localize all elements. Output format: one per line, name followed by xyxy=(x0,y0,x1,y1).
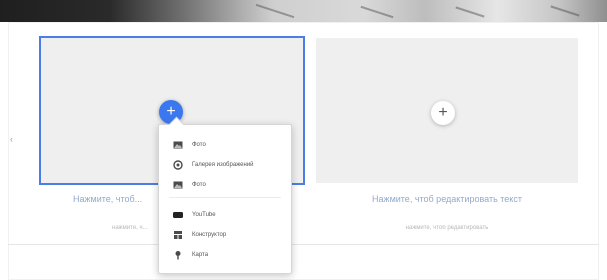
menu-item-youtube[interactable]: YouTube xyxy=(159,205,291,225)
add-media-button[interactable]: + xyxy=(431,101,455,125)
menu-item-gallery[interactable]: Галерея изображений xyxy=(159,155,291,175)
menu-item-label: Конструктор xyxy=(192,232,227,238)
menu-item-photo-2[interactable]: Фото xyxy=(159,175,291,195)
menu-item-label: YouTube xyxy=(192,212,216,218)
menu-item-label: Фото xyxy=(192,182,206,188)
gallery-icon xyxy=(173,160,183,170)
image-icon xyxy=(173,180,183,190)
menu-group-embeds: YouTube Конструктор Карта xyxy=(159,205,291,265)
banner-decoration xyxy=(360,5,394,19)
menu-separator xyxy=(169,197,281,198)
menu-group-images: Фото Галерея изображений Фото xyxy=(159,135,291,195)
divider xyxy=(8,244,599,245)
subcaption-text-right[interactable]: нажмите, чтоб редактировать xyxy=(316,225,578,231)
youtube-icon xyxy=(173,210,183,220)
plus-icon: + xyxy=(438,104,448,121)
banner-decoration xyxy=(255,3,295,19)
banner-decoration xyxy=(455,6,485,18)
menu-item-map[interactable]: Карта xyxy=(159,245,291,265)
top-banner xyxy=(0,0,607,22)
menu-item-photo[interactable]: Фото xyxy=(159,135,291,155)
constructor-icon xyxy=(173,230,183,240)
menu-item-constructor[interactable]: Конструктор xyxy=(159,225,291,245)
map-pin-icon xyxy=(173,250,183,260)
menu-item-label: Карта xyxy=(192,252,209,258)
caption-text-right[interactable]: Нажмите, чтоб редактировать текст xyxy=(316,194,578,204)
side-marker[interactable]: ‹ xyxy=(10,134,13,144)
insert-media-menu: Фото Галерея изображений Фото YouTube Ко… xyxy=(158,116,292,274)
image-icon xyxy=(173,140,183,150)
menu-item-label: Фото xyxy=(192,142,206,148)
banner-decoration xyxy=(550,5,580,17)
menu-item-label: Галерея изображений xyxy=(192,162,254,168)
